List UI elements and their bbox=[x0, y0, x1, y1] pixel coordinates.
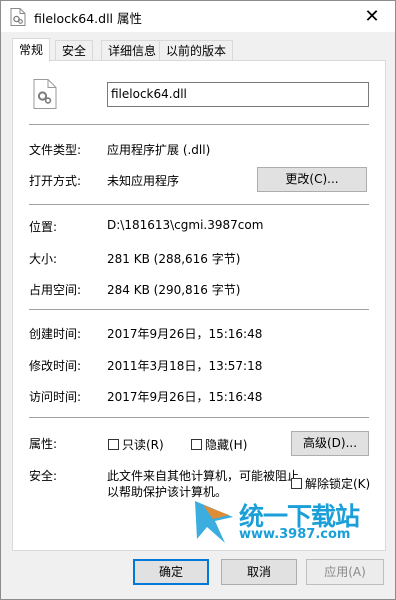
separator bbox=[29, 204, 369, 205]
cancel-button[interactable]: 取消 bbox=[221, 559, 297, 585]
separator bbox=[29, 309, 369, 310]
file-type-label: 文件类型: bbox=[29, 143, 82, 157]
size-on-disk-value: 284 KB (290,816 字节) bbox=[107, 283, 241, 297]
accessed-value: 2017年9月26日，15:16:48 bbox=[107, 390, 263, 404]
window-title: filelock64.dll 属性 bbox=[34, 11, 143, 26]
file-type-value: 应用程序扩展 (.dll) bbox=[107, 143, 211, 157]
tab-previous-versions[interactable]: 以前的版本 bbox=[159, 40, 234, 61]
watermark-logo: 统一下载站 www.3987.com bbox=[191, 495, 371, 553]
modified-value: 2011年3月18日，13:57:18 bbox=[107, 359, 263, 373]
modified-label: 修改时间: bbox=[29, 359, 82, 373]
accessed-label: 访问时间: bbox=[29, 390, 82, 404]
ok-button[interactable]: 确定 bbox=[133, 559, 209, 585]
size-value: 281 KB (288,616 字节) bbox=[107, 252, 241, 266]
opens-with-value: 未知应用程序 bbox=[107, 174, 180, 188]
tab-general[interactable]: 常规 bbox=[12, 38, 51, 62]
size-on-disk-label: 占用空间: bbox=[29, 283, 82, 297]
checkbox-box[interactable] bbox=[291, 478, 302, 489]
readonly-label: 只读(R) bbox=[122, 438, 164, 452]
location-label: 位置: bbox=[29, 220, 58, 234]
location-value: D:\181613\cgmi.3987com bbox=[107, 218, 264, 232]
apply-button[interactable]: 应用(A) bbox=[306, 559, 384, 585]
watermark-arrow-icon bbox=[195, 501, 233, 543]
title-bar[interactable]: filelock64.dll 属性 ✕ bbox=[1, 1, 395, 32]
unblock-label: 解除锁定(K) bbox=[305, 477, 371, 491]
dll-file-icon bbox=[33, 79, 57, 109]
security-label: 安全: bbox=[29, 469, 58, 483]
readonly-checkbox[interactable]: 只读(R) bbox=[108, 436, 164, 453]
attributes-label: 属性: bbox=[29, 437, 58, 451]
checkbox-box[interactable] bbox=[191, 439, 202, 450]
general-panel: filelock64.dll 文件类型: 应用程序扩展 (.dll) 打开方式:… bbox=[12, 60, 386, 551]
hidden-checkbox[interactable]: 隐藏(H) bbox=[191, 436, 247, 453]
change-button[interactable]: 更改(C)... bbox=[257, 167, 367, 192]
file-name-field[interactable]: filelock64.dll bbox=[107, 82, 369, 107]
checkbox-box[interactable] bbox=[108, 439, 119, 450]
separator bbox=[29, 124, 369, 125]
size-label: 大小: bbox=[29, 252, 58, 266]
close-icon: ✕ bbox=[364, 6, 380, 27]
tab-details[interactable]: 详细信息 bbox=[101, 40, 164, 61]
watermark-url: www.3987.com bbox=[239, 527, 351, 542]
separator bbox=[29, 417, 369, 418]
hidden-label: 隐藏(H) bbox=[205, 438, 248, 452]
security-text-line1: 此文件来自其他计算机，可能被阻止 bbox=[107, 469, 300, 483]
advanced-button[interactable]: 高级(D)... bbox=[291, 431, 369, 456]
properties-window: filelock64.dll 属性 ✕ 常规 安全 详细信息 以前的版本 fil… bbox=[0, 0, 396, 600]
close-button[interactable]: ✕ bbox=[349, 1, 395, 32]
tab-security[interactable]: 安全 bbox=[55, 40, 94, 61]
unblock-checkbox[interactable]: 解除锁定(K) bbox=[291, 475, 370, 492]
created-value: 2017年9月26日，15:16:48 bbox=[107, 327, 263, 341]
created-label: 创建时间: bbox=[29, 327, 82, 341]
dll-file-icon bbox=[10, 8, 26, 26]
opens-with-label: 打开方式: bbox=[29, 174, 82, 188]
